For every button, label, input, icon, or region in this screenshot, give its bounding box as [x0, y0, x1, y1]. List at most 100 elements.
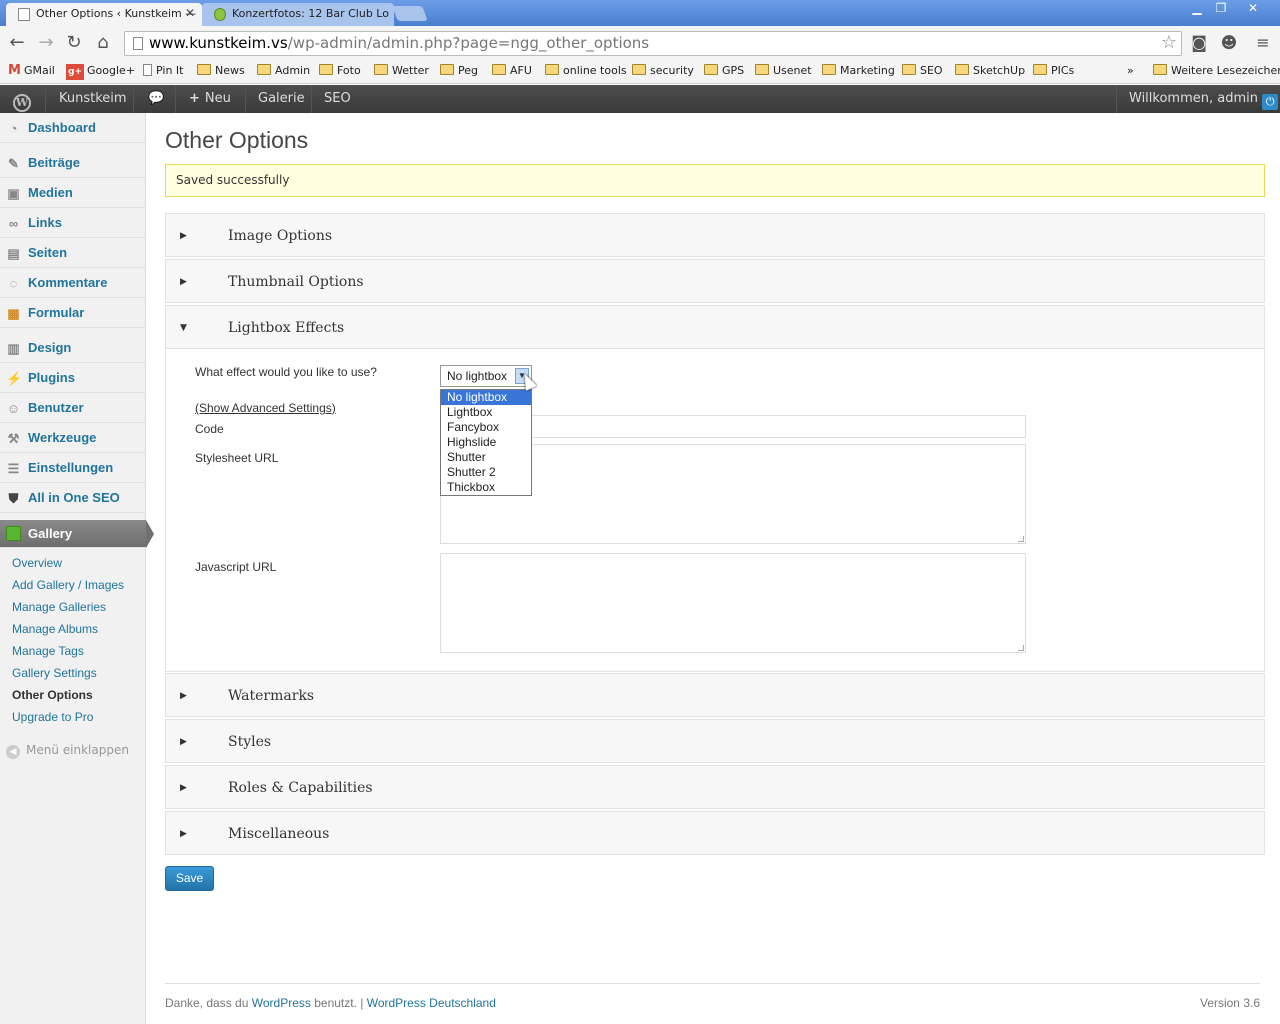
tab-title: Other Options ‹ Kunstkeim — — [36, 7, 197, 20]
back-icon[interactable]: ← — [6, 32, 28, 54]
bookmark-folder[interactable]: PICs — [1033, 63, 1074, 79]
sidebar-item-seiten[interactable]: ▤ Seiten — [0, 238, 146, 268]
section-header[interactable]: ▶ Styles — [166, 720, 1264, 764]
footer-credit: Danke, dass du WordPress benutzt. | Word… — [165, 996, 496, 1010]
submenu-upgrade-to-pro[interactable]: Upgrade to Pro — [12, 709, 93, 725]
sidebar-item-kommentare[interactable]: ◌ Kommentare — [0, 268, 146, 298]
sidebar-item-dashboard[interactable]: ◔ Dashboard — [0, 113, 146, 143]
bookmark-folder[interactable]: SketchUp — [955, 63, 1025, 79]
section-styles[interactable]: ▶ Styles — [165, 719, 1265, 763]
bookmark-folder[interactable]: Marketing — [822, 63, 895, 79]
submenu-add-gallery[interactable]: Add Gallery / Images — [12, 577, 124, 593]
bookmark-folder[interactable]: AFU — [492, 63, 532, 79]
bookmark-folder[interactable]: security — [632, 63, 694, 79]
bookmark-folder[interactable]: Foto — [319, 63, 361, 79]
adminbar-account[interactable]: Willkommen, admin ⏻ — [1116, 85, 1280, 113]
section-header[interactable]: ▶ Roles & Capabilities — [166, 766, 1264, 810]
submenu-overview[interactable]: Overview — [12, 555, 62, 571]
save-button[interactable]: Save — [165, 866, 214, 891]
close-window-icon[interactable]: ✕ — [1236, 0, 1270, 18]
favicon-icon — [214, 8, 226, 21]
adminbar-new-button[interactable]: + Neu — [176, 85, 246, 113]
show-advanced-settings-link[interactable]: (Show Advanced Settings) — [195, 401, 336, 415]
bookmarks-overflow-button[interactable]: » — [1127, 63, 1134, 79]
dropdown-option[interactable]: Highslide — [441, 435, 531, 450]
submenu-manage-galleries[interactable]: Manage Galleries — [12, 599, 106, 615]
bookmark-google-plus[interactable]: g+ Google+ — [66, 63, 135, 80]
wordpress-link[interactable]: WordPress — [252, 996, 311, 1010]
submenu-manage-tags[interactable]: Manage Tags — [12, 643, 84, 659]
bookmark-folder[interactable]: Usenet — [755, 63, 812, 79]
sidebar-item-design[interactable]: ▥ Design — [0, 333, 146, 363]
sidebar-item-all-in-one-seo[interactable]: ⛊ All in One SEO — [0, 483, 146, 513]
home-icon[interactable]: ⌂ — [92, 32, 114, 54]
dropdown-option[interactable]: Shutter — [441, 450, 531, 465]
sidebar-item-einstellungen[interactable]: ☰ Einstellungen — [0, 453, 146, 483]
resize-handle[interactable] — [1018, 645, 1024, 651]
section-header[interactable]: ▶ Image Options — [166, 214, 1264, 258]
sidebar-item-plugins[interactable]: ⚡ Plugins — [0, 363, 146, 393]
collapse-menu-button[interactable]: ◀ Menü einklappen — [6, 742, 129, 759]
section-header[interactable]: ▶ Watermarks — [166, 674, 1264, 718]
sidebar-item-werkzeuge[interactable]: ⚒ Werkzeuge — [0, 423, 146, 453]
sidebar-item-gallery[interactable]: Gallery — [0, 520, 146, 548]
section-miscellaneous[interactable]: ▶ Miscellaneous — [165, 811, 1265, 855]
expand-arrow-icon: ▶ — [180, 277, 187, 287]
adminbar-galerie-link[interactable]: Galerie — [246, 85, 312, 113]
bookmark-star-icon[interactable]: ☆ — [1161, 31, 1177, 54]
address-bar[interactable]: www.kunstkeim.vs/wp-admin/admin.php?page… — [124, 31, 1182, 56]
page-icon — [18, 8, 30, 21]
dropdown-option[interactable]: Fancybox — [441, 420, 531, 435]
bookmark-gmail[interactable]: M GMail — [8, 63, 55, 79]
javascript-url-textarea[interactable] — [440, 553, 1026, 653]
wordpress-deutschland-link[interactable]: WordPress Deutschland — [367, 996, 496, 1010]
dropdown-option[interactable]: Lightbox — [441, 405, 531, 420]
menu-icon[interactable]: ≡ — [1252, 32, 1274, 54]
dropdown-option[interactable]: Shutter 2 — [441, 465, 531, 480]
expand-arrow-icon: ▶ — [180, 783, 187, 793]
bookmark-folder[interactable]: GPS — [704, 63, 744, 79]
section-image-options[interactable]: ▶ Image Options — [165, 213, 1265, 257]
sidebar-item-benutzer[interactable]: ☺ Benutzer — [0, 393, 146, 423]
section-thumbnail-options[interactable]: ▶ Thumbnail Options — [165, 259, 1265, 303]
browser-tab-inactive[interactable]: Konzertfotos: 12 Bar Club Lo — [202, 3, 394, 26]
bookmark-pinit[interactable]: Pin It — [143, 63, 183, 79]
submenu-gallery-settings[interactable]: Gallery Settings — [12, 665, 97, 681]
adminbar-site-link[interactable]: Kunstkeim — [46, 85, 134, 113]
folder-icon — [1033, 64, 1047, 75]
sidebar-item-beitraege[interactable]: ✎ Beiträge — [0, 148, 146, 178]
bookmark-folder[interactable]: SEO — [902, 63, 943, 79]
browser-tab-active[interactable]: Other Options ‹ Kunstkeim — ✕ — [6, 3, 202, 26]
bookmark-folder[interactable]: Peg — [440, 63, 478, 79]
stylesheet-url-label: Stylesheet URL — [195, 451, 279, 465]
submenu-manage-albums[interactable]: Manage Albums — [12, 621, 98, 637]
restore-icon[interactable]: ❐ — [1208, 0, 1234, 18]
section-header[interactable]: ▶ Miscellaneous — [166, 812, 1264, 856]
resize-handle[interactable] — [1018, 536, 1024, 542]
dropdown-option[interactable]: Thickbox — [441, 480, 531, 495]
minimize-icon[interactable]: ▁ — [1184, 0, 1210, 18]
sidebar-item-formular[interactable]: ▦ Formular — [0, 298, 146, 328]
dropdown-option[interactable]: No lightbox — [441, 390, 531, 405]
comments-icon[interactable]: 💬 — [134, 85, 176, 113]
close-tab-icon[interactable]: ✕ — [185, 6, 195, 20]
section-header[interactable]: ▶ Thumbnail Options — [166, 260, 1264, 304]
section-header[interactable]: ▼ Lightbox Effects — [166, 306, 1264, 350]
bookmark-folder[interactable]: Wetter — [374, 63, 429, 79]
section-roles-capabilities[interactable]: ▶ Roles & Capabilities — [165, 765, 1265, 809]
adminbar-seo-link[interactable]: SEO — [312, 85, 368, 113]
bookmark-other-folder[interactable]: Weitere Lesezeichen — [1153, 63, 1280, 79]
bookmark-folder[interactable]: News — [197, 63, 245, 79]
sidebar-item-medien[interactable]: ▣ Medien — [0, 178, 146, 208]
wp-logo-button[interactable]: W — [0, 85, 46, 113]
sidebar-item-links[interactable]: ∞ Links — [0, 208, 146, 238]
submenu-other-options[interactable]: Other Options — [12, 687, 93, 703]
reload-icon[interactable]: ↻ — [63, 32, 85, 54]
section-watermarks[interactable]: ▶ Watermarks — [165, 673, 1265, 717]
new-tab-button[interactable] — [392, 6, 428, 21]
bookmark-folder[interactable]: Admin — [257, 63, 310, 79]
extension-user-icon[interactable]: ☻ — [1218, 32, 1240, 54]
forward-icon[interactable]: → — [35, 32, 57, 54]
bookmark-folder[interactable]: online tools — [545, 63, 627, 79]
pocket-icon[interactable]: ◙ — [1188, 32, 1210, 54]
